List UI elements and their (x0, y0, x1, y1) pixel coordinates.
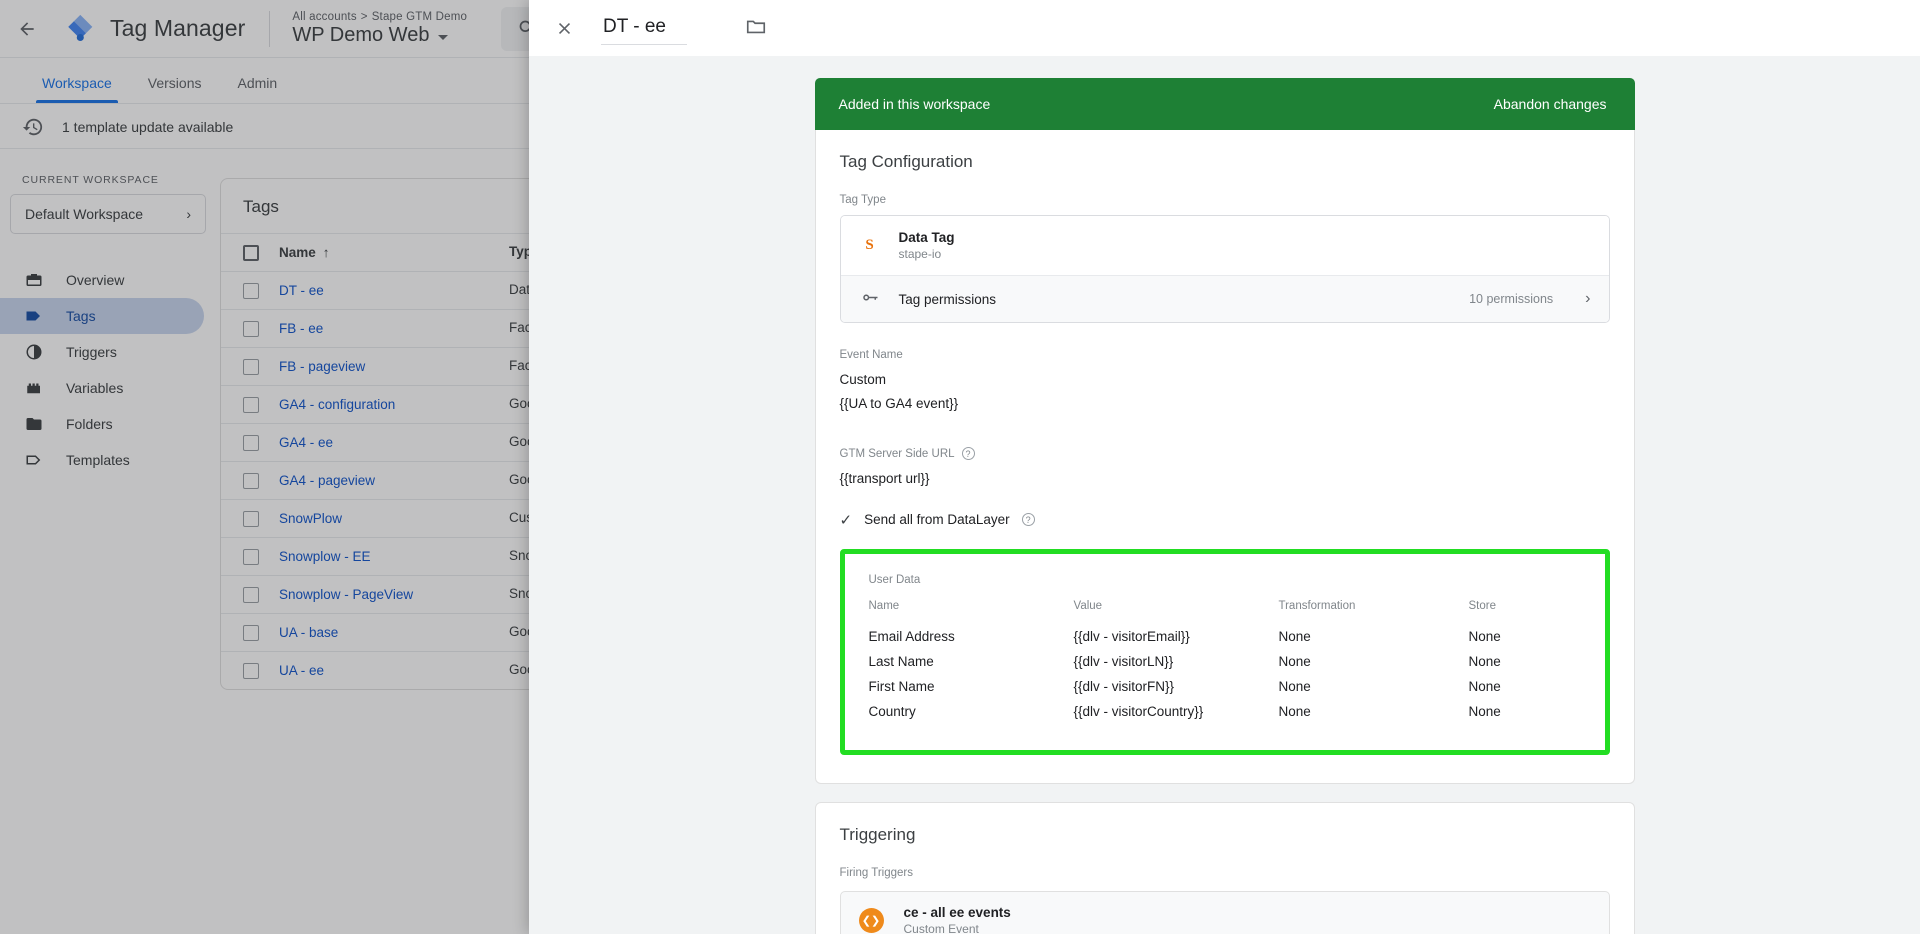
user-data-header-row: Name Value Transformation Store (869, 600, 1581, 624)
firing-triggers-label: Firing Triggers (840, 867, 1610, 879)
user-data-cell-store: None (1469, 624, 1581, 649)
send-all-label: Send all from DataLayer (864, 512, 1010, 527)
trigger-type: Custom Event (904, 922, 1011, 934)
tag-type-vendor: stape-io (899, 247, 955, 261)
user-data-row[interactable]: Last Name{{dlv - visitorLN}}NoneNone (869, 649, 1581, 674)
chevron-right-icon[interactable]: › (1585, 290, 1590, 308)
modal-header (529, 0, 1920, 56)
user-data-cell-value: {{dlv - visitorCountry}} (1074, 699, 1279, 724)
user-data-col-store: Store (1469, 600, 1581, 624)
abandon-changes-link[interactable]: Abandon changes (1494, 96, 1607, 112)
user-data-row-container: Email Address{{dlv - visitorEmail}}NoneN… (869, 624, 1581, 724)
server-url-label-text: GTM Server Side URL (840, 448, 955, 460)
tag-type-row[interactable]: S Data Tag stape-io (841, 216, 1609, 275)
server-url-value[interactable]: {{transport url}} (840, 469, 1610, 489)
tag-permissions-row[interactable]: Tag permissions 10 permissions › (841, 275, 1609, 322)
triggering-card: Triggering Firing Triggers ❮❯ ce - all e… (815, 802, 1635, 934)
user-data-cell-transformation: None (1279, 674, 1469, 699)
user-data-cell-name: Email Address (869, 624, 1074, 649)
user-data-cell-store: None (1469, 699, 1581, 724)
tag-permissions-count: 10 permissions (1469, 292, 1553, 306)
event-name-value[interactable]: {{UA to GA4 event}} (840, 394, 1610, 414)
tag-edit-modal: Added in this workspace Abandon changes … (529, 0, 1920, 934)
tag-type-label-text: Tag Type (840, 194, 886, 206)
user-data-section: User Data Name Value Transformation Stor… (845, 554, 1605, 750)
triggering-heading: Triggering (840, 825, 1610, 845)
user-data-cell-transformation: None (1279, 624, 1469, 649)
tag-permissions-label: Tag permissions (899, 292, 997, 307)
event-name-label-text: Event Name (840, 349, 903, 361)
tag-name-input[interactable] (601, 12, 687, 45)
event-name-mode[interactable]: Custom (840, 370, 1610, 390)
user-data-label: User Data (869, 574, 1581, 586)
user-data-cell-value: {{dlv - visitorLN}} (1074, 649, 1279, 674)
key-icon (859, 288, 881, 310)
folder-icon[interactable] (745, 15, 767, 42)
help-icon[interactable]: ? (962, 447, 975, 460)
user-data-cell-transformation: None (1279, 699, 1469, 724)
modal-body[interactable]: Added in this workspace Abandon changes … (529, 56, 1920, 934)
firing-triggers-label-text: Firing Triggers (840, 867, 914, 879)
stape-s-icon: S (859, 235, 881, 257)
close-icon[interactable] (551, 15, 577, 41)
workspace-status-banner: Added in this workspace Abandon changes (815, 78, 1635, 130)
user-data-cell-store: None (1469, 674, 1581, 699)
user-data-cell-store: None (1469, 649, 1581, 674)
user-data-label-text: User Data (869, 574, 921, 586)
firing-trigger-item[interactable]: ❮❯ ce - all ee events Custom Event (840, 891, 1610, 934)
tag-type-label: Tag Type (840, 194, 1610, 206)
user-data-row[interactable]: First Name{{dlv - visitorFN}}NoneNone (869, 674, 1581, 699)
user-data-col-value: Value (1074, 600, 1279, 624)
tag-configuration-card: Tag Configuration Tag Type S Data Tag st… (815, 130, 1635, 784)
trigger-name: ce - all ee events (904, 905, 1011, 920)
server-url-label: GTM Server Side URL ? (840, 447, 1610, 460)
send-all-from-datalayer-checkbox[interactable]: ✓ Send all from DataLayer ? (840, 511, 1610, 529)
help-icon[interactable]: ? (1022, 513, 1035, 526)
user-data-highlight: User Data Name Value Transformation Stor… (840, 549, 1610, 755)
user-data-cell-name: Last Name (869, 649, 1074, 674)
user-data-cell-transformation: None (1279, 649, 1469, 674)
custom-event-icon: ❮❯ (859, 908, 884, 933)
user-data-cell-name: Country (869, 699, 1074, 724)
user-data-col-transformation: Transformation (1279, 600, 1469, 624)
tag-configuration-heading: Tag Configuration (840, 152, 1610, 172)
tag-type-selector[interactable]: S Data Tag stape-io Tag permissions 10 p… (840, 215, 1610, 323)
check-icon: ✓ (840, 511, 853, 529)
user-data-cell-name: First Name (869, 674, 1074, 699)
user-data-table: Name Value Transformation Store Email Ad… (869, 600, 1581, 724)
user-data-cell-value: {{dlv - visitorFN}} (1074, 674, 1279, 699)
tag-type-name: Data Tag (899, 230, 955, 245)
event-name-label: Event Name (840, 349, 1610, 361)
user-data-row[interactable]: Email Address{{dlv - visitorEmail}}NoneN… (869, 624, 1581, 649)
user-data-cell-value: {{dlv - visitorEmail}} (1074, 624, 1279, 649)
banner-message: Added in this workspace (839, 96, 991, 112)
user-data-row[interactable]: Country{{dlv - visitorCountry}}NoneNone (869, 699, 1581, 724)
user-data-col-name: Name (869, 600, 1074, 624)
